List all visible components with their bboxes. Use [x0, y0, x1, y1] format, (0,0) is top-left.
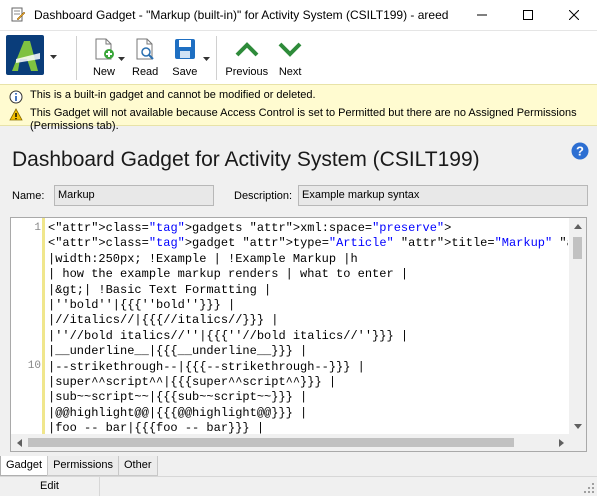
page-title: Dashboard Gadget for Activity System (CS… [12, 148, 480, 171]
app-logo-icon [6, 35, 44, 75]
save-button[interactable]: Save [172, 36, 197, 82]
builtin-notice: This is a built-in gadget and cannot be … [0, 89, 597, 104]
info-bar: This is a built-in gadget and cannot be … [0, 84, 597, 132]
code-line: |sub~~script~~|{{{sub~~script~~}}} | [48, 390, 308, 405]
info-icon [9, 90, 23, 104]
scroll-down-button[interactable] [569, 418, 586, 435]
next-button[interactable]: Next [278, 36, 302, 82]
code-line: |//italics//|{{{//italics//}}} | [48, 313, 279, 328]
new-document-icon [95, 38, 114, 60]
arrow-right-icon [559, 438, 564, 447]
code-line: |__underline__|{{{__underline__}}} | [48, 344, 308, 359]
maximize-icon [523, 10, 533, 20]
resize-grip-icon[interactable] [583, 482, 595, 494]
chevron-down-icon [278, 42, 302, 57]
name-label: Name: [12, 190, 45, 202]
scroll-left-button[interactable] [11, 434, 28, 451]
scroll-corner [569, 434, 586, 451]
maximize-button[interactable] [505, 0, 551, 31]
scroll-thumb[interactable] [28, 438, 514, 447]
close-button[interactable] [551, 0, 597, 31]
previous-button[interactable]: Previous [225, 36, 268, 82]
chevron-down-icon [117, 57, 125, 61]
arrow-down-icon [573, 424, 582, 429]
chevron-down-icon [50, 55, 57, 59]
toolbar-separator [76, 36, 77, 80]
read-label: Read [132, 66, 159, 78]
close-icon [569, 10, 579, 20]
minimize-button[interactable] [459, 0, 505, 31]
access-warning: This Gadget will not available because A… [0, 107, 597, 133]
code-line: <"attr">class="tag">gadgets "attr">xml:s… [48, 221, 452, 235]
line-number: 1 [34, 222, 41, 234]
arrow-up-icon [573, 224, 582, 229]
toolbar-separator [216, 36, 218, 80]
previous-label: Previous [225, 66, 269, 78]
next-label: Next [278, 66, 302, 78]
read-document-icon [136, 38, 154, 60]
change-marker [42, 218, 45, 435]
code-line: <"attr">class="tag">gadget "attr">type="… [48, 236, 568, 251]
line-number-gutter: 1 10 [11, 218, 45, 435]
code-line: | how the example markup renders | what … [48, 267, 409, 282]
minimize-icon [477, 14, 487, 16]
status-bar: Edit [0, 476, 597, 496]
toolbar: New Read Save Previous Next [0, 31, 597, 84]
tab-gadget[interactable]: Gadget [0, 456, 49, 476]
title-bar: Dashboard Gadget - "Markup (built-in)" f… [0, 0, 597, 31]
read-button[interactable]: Read [132, 36, 158, 82]
help-icon[interactable]: ? [571, 142, 589, 160]
line-number: 10 [27, 360, 41, 372]
code-content[interactable]: <"attr">class="tag">gadgets "attr">xml:s… [48, 221, 568, 436]
scroll-right-button[interactable] [553, 434, 570, 451]
warning-message-line2: (Permissions tab). [30, 120, 119, 132]
save-dropdown-button[interactable] [201, 36, 211, 82]
description-field[interactable]: Example markup syntax [298, 185, 588, 206]
code-line: |''//bold italics//''|{{{''//bold italic… [48, 328, 409, 343]
horizontal-scrollbar[interactable] [11, 434, 570, 451]
markup-editor[interactable]: 1 10 <"attr">class="tag">gadgets "attr">… [10, 217, 587, 452]
svg-text:?: ? [576, 144, 584, 159]
edit-document-icon [11, 7, 26, 22]
vertical-scrollbar[interactable] [569, 218, 586, 435]
new-label: New [92, 66, 115, 78]
tab-other[interactable]: Other [118, 456, 158, 476]
code-line: |@@highlight@@|{{{@@highlight@@}}} | [48, 405, 308, 420]
save-label: Save [172, 66, 198, 78]
new-dropdown-button[interactable] [116, 36, 126, 82]
code-line: |width:250px; !Example | !Example Markup… [48, 251, 358, 266]
tab-permissions[interactable]: Permissions [47, 456, 119, 476]
app-menu-button[interactable] [4, 33, 58, 81]
edit-mode-indicator: Edit [0, 477, 100, 496]
code-line: |''bold''|{{{''bold''}}} | [48, 297, 236, 312]
chevron-up-icon [235, 42, 259, 57]
warning-message-line1: This Gadget will not available because A… [30, 107, 577, 119]
description-label: Description: [234, 190, 293, 202]
builtin-message: This is a built-in gadget and cannot be … [30, 89, 316, 101]
code-line: |--strikethrough--|{{{--strikethrough--}… [48, 359, 365, 374]
code-line: |&gt;| !Basic Text Formatting | [48, 282, 272, 297]
scroll-up-button[interactable] [569, 218, 586, 235]
name-field[interactable]: Markup [54, 185, 214, 206]
save-icon [174, 39, 195, 59]
new-button[interactable]: New [92, 36, 116, 82]
warning-icon [9, 108, 23, 121]
code-line: |super^^script^^|{{{super^^script^^}}} | [48, 374, 337, 389]
chevron-down-icon [202, 57, 210, 61]
window-title: Dashboard Gadget - "Markup (built-in)" f… [34, 8, 449, 22]
scroll-thumb[interactable] [573, 237, 582, 259]
tab-strip: Gadget Permissions Other [0, 456, 597, 476]
arrow-left-icon [17, 438, 22, 447]
